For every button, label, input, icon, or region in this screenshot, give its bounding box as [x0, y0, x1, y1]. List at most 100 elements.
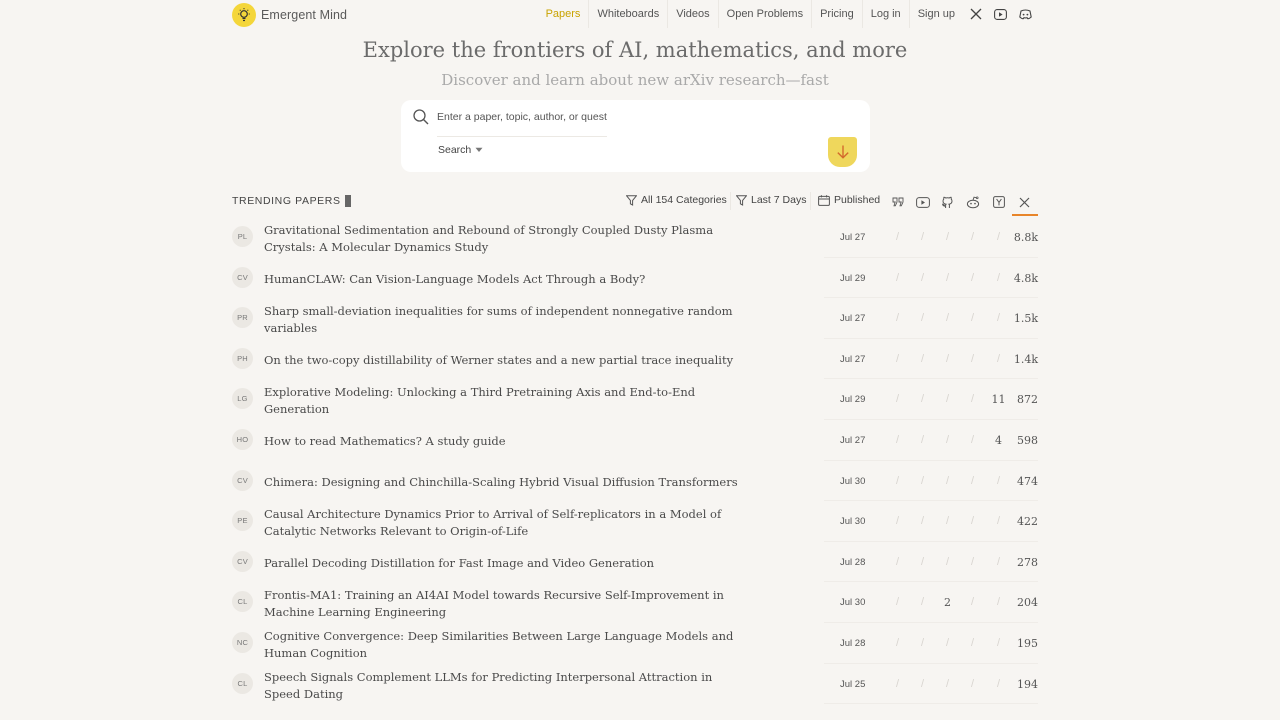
nav-pricing[interactable]: Pricing [812, 0, 863, 28]
category-badge: CL [232, 591, 253, 613]
paper-date: Jul 27 [840, 353, 866, 365]
paper-score: 872 [1017, 393, 1038, 407]
cursor-block [344, 195, 351, 207]
paper-metric: / [895, 677, 900, 690]
trending-header: TRENDING PAPERS All 154 Categories Last … [232, 186, 1038, 216]
paper-score: 598 [1017, 433, 1038, 447]
paper-metric: / [945, 555, 950, 568]
paper-date: Jul 25 [840, 678, 866, 690]
paper-metric: / [895, 555, 900, 568]
category-badge: NC [232, 631, 253, 653]
youtube-icon[interactable] [910, 189, 935, 215]
github-icon[interactable] [935, 189, 960, 215]
paper-row[interactable]: PL Gravitational Sedimentation and Reboun… [232, 217, 1038, 258]
category-filter[interactable]: All 154 Categories [626, 186, 727, 214]
paper-row[interactable]: NC Cognitive Convergence: Deep Similariti… [232, 623, 1038, 664]
nav-papers[interactable]: Papers [538, 0, 590, 28]
paper-metric: / [945, 312, 950, 325]
paper-row[interactable]: CV Chimera: Designing and Chinchilla-Scal… [232, 461, 1038, 502]
paper-row[interactable]: PE Causal Architecture Dynamics Prior to … [232, 501, 1038, 542]
nav-sign-up[interactable]: Sign up [910, 0, 963, 28]
paper-metric: / [945, 636, 950, 649]
paper-metric: / [920, 271, 925, 284]
paper-row[interactable]: PH On the two-copy distillability of Wern… [232, 339, 1038, 380]
date-mode-label: Published [834, 194, 881, 206]
top-nav-bar: Emergent Mind Papers Whiteboards Videos … [232, 0, 1038, 30]
paper-row[interactable]: CL Frontis-MA1: Training an AI4AI Model t… [232, 582, 1038, 623]
paper-score: 422 [1017, 515, 1038, 529]
paper-title-link[interactable]: Explorative Modeling: Unlocking a Third … [264, 384, 744, 418]
paper-title-link[interactable]: How to read Mathematics? A study guide [264, 433, 744, 450]
paper-metric: / [945, 677, 950, 690]
reddit-icon[interactable] [960, 189, 985, 215]
paper-row[interactable]: CL Speech Signals Complement LLMs for Pre… [232, 664, 1038, 705]
paper-title-link[interactable]: On the two-copy distillability of Werner… [264, 352, 744, 369]
trending-title: TRENDING PAPERS [232, 195, 351, 207]
paper-title-link[interactable]: Gravitational Sedimentation and Rebound … [264, 222, 744, 256]
divider [810, 192, 811, 210]
paper-score: 278 [1017, 555, 1038, 569]
paper-metric: / [945, 231, 950, 243]
category-badge: CL [232, 672, 253, 694]
paper-title-link[interactable]: Causal Architecture Dynamics Prior to Ar… [264, 506, 744, 540]
category-filter-label: All 154 Categories [641, 194, 727, 206]
x-icon[interactable] [1012, 189, 1037, 215]
paper-score: 195 [1017, 636, 1038, 650]
hackernews-icon[interactable] [986, 189, 1011, 215]
active-sort-indicator [1012, 214, 1038, 216]
paper-title-link[interactable]: Chimera: Designing and Chinchilla-Scalin… [264, 474, 744, 491]
paper-title-link[interactable]: Speech Signals Complement LLMs for Predi… [264, 669, 744, 703]
paper-title-link[interactable]: Frontis-MA1: Training an AI4AI Model tow… [264, 587, 744, 621]
paper-score: 194 [1017, 677, 1038, 691]
paper-title-link[interactable]: Parallel Decoding Distillation for Fast … [264, 555, 744, 572]
paper-metric: / [970, 555, 975, 568]
search-mode-label: Search [438, 144, 472, 156]
paper-row[interactable]: LG Explorative Modeling: Unlocking a Thir… [232, 379, 1038, 420]
brand-logo[interactable]: Emergent Mind [232, 3, 347, 27]
paper-metric: / [970, 636, 975, 649]
search-input[interactable] [437, 106, 607, 128]
nav-open-problems[interactable]: Open Problems [719, 0, 813, 28]
discord-icon[interactable] [1013, 0, 1038, 28]
range-filter[interactable]: Last 7 Days [736, 186, 806, 214]
hero-subtitle: Discover and learn about new arXiv resea… [441, 71, 829, 89]
paper-metric: / [920, 474, 925, 487]
paper-metric: / [970, 312, 975, 325]
search-submit-button[interactable] [828, 137, 857, 167]
paper-date: Jul 27 [840, 313, 866, 325]
paper-score: 204 [1017, 596, 1038, 610]
paper-metric: / [920, 231, 925, 243]
paper-metric: / [945, 474, 950, 487]
quote-icon[interactable] [885, 189, 910, 215]
paper-metric: / [970, 433, 975, 446]
nav-whiteboards[interactable]: Whiteboards [589, 0, 669, 28]
paper-metric: / [920, 596, 925, 609]
paper-metric: / [920, 393, 925, 406]
youtube-icon[interactable] [988, 0, 1013, 28]
paper-date: Jul 28 [840, 637, 866, 649]
paper-row[interactable]: PR Sharp small-deviation inequalities for… [232, 298, 1038, 339]
paper-title-link[interactable]: Cognitive Convergence: Deep Similarities… [264, 628, 744, 662]
nav-videos[interactable]: Videos [668, 0, 719, 28]
paper-row[interactable]: CV HumanCLAW: Can Vision-Language Models … [232, 258, 1038, 299]
paper-metric: / [895, 231, 900, 243]
divider [730, 192, 731, 210]
paper-title-link[interactable]: Sharp small-deviation inequalities for s… [264, 303, 744, 337]
x-icon[interactable] [963, 0, 988, 28]
category-badge: PL [232, 226, 253, 247]
paper-row[interactable]: CV Parallel Decoding Distillation for Fas… [232, 542, 1038, 583]
filter-icon [736, 194, 747, 206]
date-mode-filter[interactable]: Published [818, 186, 880, 214]
paper-metric: / [920, 555, 925, 568]
category-badge: PE [232, 510, 253, 532]
paper-row[interactable]: HO How to read Mathematics? A study guide… [232, 420, 1038, 461]
paper-metric: / [895, 393, 900, 406]
search-mode-dropdown[interactable]: Search [438, 144, 483, 156]
paper-title-link[interactable]: HumanCLAW: Can Vision-Language Models Ac… [264, 271, 744, 288]
category-badge: PH [232, 347, 253, 369]
nav-log-in[interactable]: Log in [863, 0, 910, 28]
arrow-down-icon [836, 145, 849, 159]
paper-metric: / [895, 474, 900, 487]
paper-score: 474 [1017, 474, 1038, 488]
paper-metric: / [920, 515, 925, 528]
